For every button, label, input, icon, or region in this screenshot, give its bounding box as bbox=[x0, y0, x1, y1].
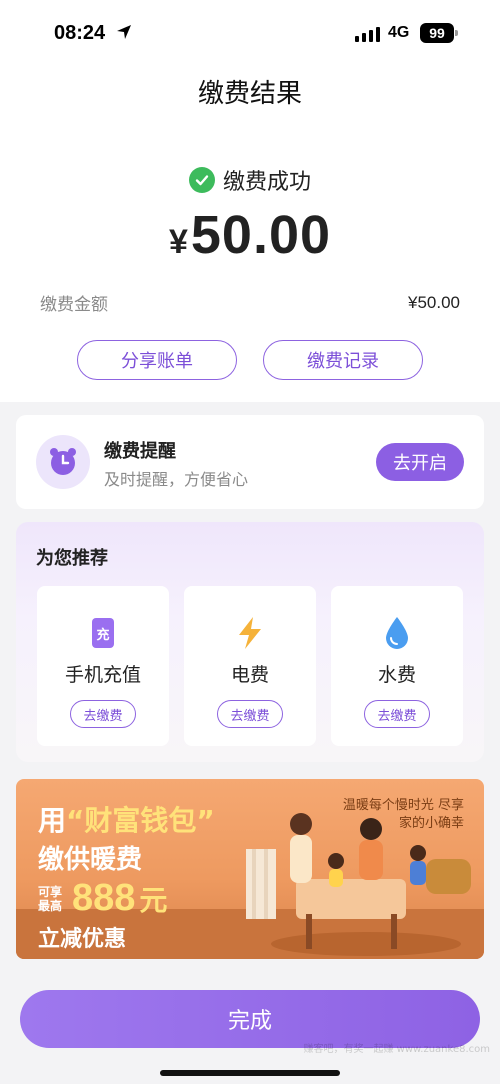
banner-discount-prefix: 可享最高 bbox=[38, 884, 63, 913]
banner-slogan: 温暖每个慢时光 尽享家的小确幸 bbox=[342, 798, 464, 831]
payment-records-button[interactable]: 缴费记录 bbox=[263, 340, 423, 380]
banner-headline: 用“财富钱包” bbox=[38, 799, 215, 839]
banner-line-4: 立减优惠 bbox=[38, 927, 127, 952]
alarm-clock-icon bbox=[36, 435, 90, 489]
share-bill-button[interactable]: 分享账单 bbox=[77, 340, 237, 380]
status-bar: 08:24 4G 99 bbox=[0, 0, 500, 66]
recommend-pay-button[interactable]: 去缴费 bbox=[364, 700, 430, 728]
recommend-pay-button[interactable]: 去缴费 bbox=[70, 700, 136, 728]
battery-icon: 99 bbox=[420, 23, 454, 43]
currency-symbol: ¥ bbox=[168, 223, 189, 261]
recommend-item-label: 水费 bbox=[377, 664, 416, 686]
home-indicator[interactable] bbox=[160, 1070, 340, 1076]
paid-amount: ¥50.00 bbox=[0, 204, 500, 266]
check-icon bbox=[188, 167, 215, 193]
fee-label: 缴费金额 bbox=[40, 295, 108, 315]
svg-text:充: 充 bbox=[96, 627, 109, 643]
water-drop-icon bbox=[380, 616, 414, 650]
banner-discount: 可享最高 888 元 bbox=[38, 877, 167, 920]
recommend-item-water[interactable]: 水费 去缴费 bbox=[331, 586, 463, 746]
amount-value: 50.00 bbox=[190, 205, 332, 265]
recommend-item-electricity[interactable]: 电费 去缴费 bbox=[184, 586, 316, 746]
fee-row: 缴费金额 ¥50.00 bbox=[40, 290, 460, 316]
reminder-title: 缴费提醒 bbox=[104, 441, 176, 462]
result-status-text: 缴费成功 bbox=[222, 170, 311, 195]
network-type: 4G bbox=[388, 24, 410, 41]
promo-banner[interactable]: 用“财富钱包” 缴供暖费 可享最高 888 元 立减优惠 温暖每个慢时光 尽享家… bbox=[16, 779, 484, 959]
recommend-item-label: 电费 bbox=[230, 664, 269, 686]
banner-discount-amount: 888 bbox=[72, 877, 136, 919]
banner-headline-prefix: 用 bbox=[38, 804, 67, 837]
signal-icon bbox=[355, 26, 380, 42]
watermark: 赚客吧，有奖一起赚 www.zuanke8.com bbox=[303, 1044, 490, 1055]
recommend-pay-button[interactable]: 去缴费 bbox=[217, 700, 283, 728]
banner-line-2: 缴供暖费 bbox=[38, 845, 143, 875]
result-status: 缴费成功 bbox=[0, 164, 500, 196]
recommend-item-phone-recharge[interactable]: 充 手机充值 去缴费 bbox=[37, 586, 169, 746]
battery-tip bbox=[455, 30, 458, 36]
banner-discount-unit: 元 bbox=[139, 883, 168, 917]
status-time: 08:24 bbox=[54, 22, 106, 44]
payment-reminder-card: 缴费提醒 及时提醒，方便省心 去开启 bbox=[16, 415, 484, 509]
fee-value: ¥50.00 bbox=[408, 292, 460, 312]
page-title: 缴费结果 bbox=[197, 79, 302, 109]
recommend-title: 为您推荐 bbox=[36, 548, 108, 569]
reminder-subtitle: 及时提醒，方便省心 bbox=[104, 470, 249, 489]
recommend-card: 为您推荐 充 手机充值 去缴费 电费 去缴费 水费 去缴费 bbox=[16, 522, 484, 762]
enable-reminder-button[interactable]: 去开启 bbox=[376, 443, 464, 481]
phone-recharge-icon: 充 bbox=[86, 616, 120, 650]
recommend-item-label: 手机充值 bbox=[64, 664, 141, 686]
lightning-icon bbox=[233, 616, 267, 650]
location-arrow-icon bbox=[116, 24, 132, 44]
nav-bar: 缴费结果 bbox=[0, 66, 500, 122]
banner-headline-highlight: “财富钱包” bbox=[66, 804, 215, 837]
payment-result-card: 缴费成功 ¥50.00 缴费金额 ¥50.00 分享账单 缴费记录 bbox=[0, 122, 500, 402]
result-actions: 分享账单 缴费记录 bbox=[0, 340, 500, 380]
